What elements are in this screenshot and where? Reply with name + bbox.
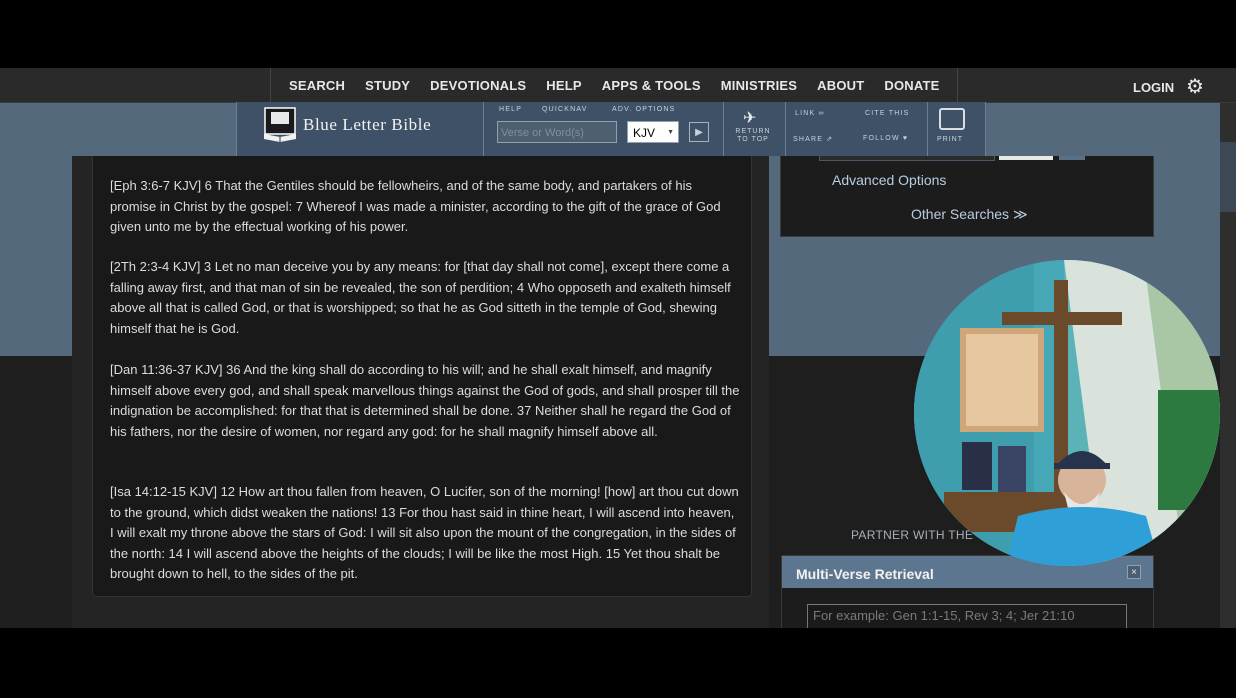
multi-verse-retrieval-panel: Multi-Verse Retrieval × For example: Gen… xyxy=(781,555,1154,628)
webcam-overlay xyxy=(914,260,1220,566)
nav-search[interactable]: SEARCH xyxy=(289,78,345,93)
chevron-down-icon: ▼ xyxy=(667,129,674,136)
nav-help[interactable]: HELP xyxy=(546,78,581,93)
verse-block-dan[interactable]: [Dan 11:36-37 KJV] 36 And the king shall… xyxy=(110,360,740,442)
mvr-title: Multi-Verse Retrieval xyxy=(796,566,934,582)
link-icon: ∞ xyxy=(818,110,825,117)
link-label: LINK xyxy=(795,110,816,117)
nav-donate[interactable]: DONATE xyxy=(884,78,939,93)
search-options-panel: Advanced Options Other Searches ≫ xyxy=(780,156,1154,237)
search-field-stub[interactable] xyxy=(819,156,995,161)
gear-icon[interactable]: ⚙ xyxy=(1186,74,1204,99)
verse-search-input[interactable]: Verse or Word(s) xyxy=(497,121,617,143)
mvr-reference-input[interactable]: For example: Gen 1:1-15, Rev 3; 4; Jer 2… xyxy=(807,604,1127,628)
toolbar-divider xyxy=(785,102,786,156)
link-button[interactable]: LINK ∞ xyxy=(795,110,825,117)
advanced-options-link[interactable]: Advanced Options xyxy=(832,172,946,188)
follow-button[interactable]: FOLLOW ♥ xyxy=(863,135,908,142)
return-to-top-button[interactable]: RETURN TO TOP xyxy=(735,128,771,144)
search-button-stub[interactable] xyxy=(1059,156,1085,160)
main-content: [Eph 3:6-7 KJV] 6 That the Gentiles shou… xyxy=(72,156,769,628)
print-button[interactable]: PRINT xyxy=(937,136,963,143)
nav-ministries[interactable]: MINISTRIES xyxy=(721,78,797,93)
search-select-stub[interactable] xyxy=(999,156,1053,160)
top-navigation: SEARCH STUDY DEVOTIONALS HELP APPS & TOO… xyxy=(0,68,1236,103)
share-icon: ⇗ xyxy=(826,136,834,143)
nav-about[interactable]: ABOUT xyxy=(817,78,864,93)
nav-apps-tools[interactable]: APPS & TOOLS xyxy=(602,78,701,93)
cite-this-button[interactable]: CITE THIS xyxy=(865,110,910,117)
heart-icon: ♥ xyxy=(902,135,909,142)
nav-study[interactable]: STUDY xyxy=(365,78,410,93)
verse-block-eph[interactable]: [Eph 3:6-7 KJV] 6 That the Gentiles shou… xyxy=(110,176,740,238)
page-scrollbar[interactable] xyxy=(1220,102,1236,628)
toolbar-divider xyxy=(723,102,724,156)
printer-icon[interactable] xyxy=(939,108,965,130)
blb-toolbar: Blue Letter Bible HELP QUICKNAV ADV. OPT… xyxy=(236,102,986,156)
share-label: SHARE xyxy=(793,136,824,143)
verse-list: [Eph 3:6-7 KJV] 6 That the Gentiles shou… xyxy=(92,156,752,597)
help-label[interactable]: HELP xyxy=(499,106,522,113)
share-button[interactable]: SHARE ⇗ xyxy=(793,135,833,143)
version-value: KJV xyxy=(633,126,656,140)
version-select[interactable]: KJV ▼ xyxy=(627,121,679,143)
adv-options-label[interactable]: ADV. OPTIONS xyxy=(612,106,676,113)
login-link[interactable]: LOGIN xyxy=(1133,80,1174,95)
plane-icon: ✈ xyxy=(743,110,757,127)
partner-heading: PARTNER WITH THE xyxy=(851,528,974,542)
book-logo-icon xyxy=(264,107,296,142)
toolbar-divider xyxy=(927,102,928,156)
verse-block-isa[interactable]: [Isa 14:12-15 KJV] 12 How art thou falle… xyxy=(110,482,740,585)
other-searches-link[interactable]: Other Searches ≫ xyxy=(911,206,1028,223)
main-nav-links: SEARCH STUDY DEVOTIONALS HELP APPS & TOO… xyxy=(270,68,959,102)
webcam-video-frame xyxy=(914,260,1220,566)
site-logo[interactable]: Blue Letter Bible xyxy=(237,102,484,156)
nav-devotionals[interactable]: DEVOTIONALS xyxy=(430,78,526,93)
close-icon[interactable]: × xyxy=(1127,565,1141,579)
quicknav-label[interactable]: QUICKNAV xyxy=(542,106,588,113)
scrollbar-thumb[interactable] xyxy=(1220,142,1236,212)
search-go-button[interactable]: ▶ xyxy=(689,122,709,142)
site-brand-name: Blue Letter Bible xyxy=(303,115,432,134)
follow-label: FOLLOW xyxy=(863,135,900,142)
verse-block-2th[interactable]: [2Th 2:3-4 KJV] 3 Let no man deceive you… xyxy=(110,257,740,339)
